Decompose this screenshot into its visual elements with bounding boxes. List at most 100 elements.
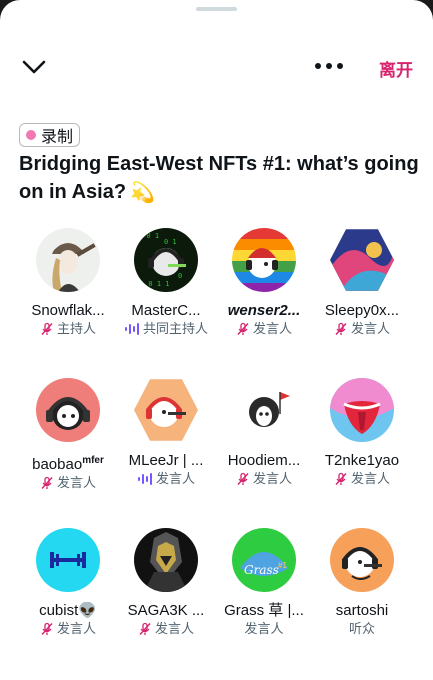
mic-muted-icon xyxy=(41,622,53,635)
participant-role: 发言人 xyxy=(314,470,410,487)
avatar[interactable] xyxy=(232,378,296,442)
participant-name: sartoshi xyxy=(314,602,410,620)
participant-name: Snowflak... xyxy=(20,302,116,320)
svg-text:1 0 1: 1 0 1 xyxy=(138,232,159,240)
avatar-image xyxy=(232,228,296,292)
participant-tile[interactable]: Snowflak... 主持人 xyxy=(20,228,116,337)
participant-role: 发言人 xyxy=(216,620,312,637)
participant-name-text: sartoshi xyxy=(335,602,389,619)
svg-text:#1: #1 xyxy=(278,561,287,570)
avatar-image xyxy=(134,528,198,592)
participant-name: MLeeJr | ... xyxy=(118,452,214,470)
speaking-waveform-icon xyxy=(124,322,139,335)
participant-tile[interactable]: Grass #1 Grass 草 |... 发言人 xyxy=(216,528,312,637)
participant-name-text: Hoodiem... xyxy=(227,452,301,469)
avatar[interactable] xyxy=(134,379,198,441)
participant-role-label: 发言人 xyxy=(56,475,96,490)
participant-name: T2nke1yao xyxy=(314,452,410,470)
avatar-image: Grass #1 xyxy=(232,528,296,592)
participant-role-label: 发言人 xyxy=(350,321,390,336)
participant-tile[interactable]: 1 0 1 0 1 1 0 1 1 0 MasterC... 共同主持人 xyxy=(118,228,214,337)
mic-muted-icon xyxy=(237,322,249,335)
avatar-image xyxy=(36,528,100,592)
avatar-image xyxy=(134,379,198,441)
participant-role: 发言人 xyxy=(20,620,116,637)
avatar-image xyxy=(232,378,296,442)
participant-tile[interactable]: cubist👽 发言人 xyxy=(20,528,116,637)
mic-muted-icon xyxy=(237,472,249,485)
participant-name-text: Grass 草 |... xyxy=(224,602,304,619)
participant-role-label: 发言人 xyxy=(350,471,390,486)
participant-tile[interactable]: wenser2... 发言人 xyxy=(216,228,312,337)
participant-role: 发言人 xyxy=(216,470,312,487)
participant-role-label: 发言人 xyxy=(154,621,194,636)
participant-name: baobaomfer xyxy=(20,452,116,474)
participant-name: Sleepy0x... xyxy=(314,302,410,320)
avatar[interactable] xyxy=(36,528,100,592)
participant-name-text: MLeeJr | ... xyxy=(128,452,204,469)
participant-role-label: 发言人 xyxy=(252,471,292,486)
avatar[interactable] xyxy=(330,378,394,442)
avatar-image xyxy=(36,378,100,442)
avatar[interactable]: Grass #1 xyxy=(232,528,296,592)
participant-name: cubist👽 xyxy=(20,602,116,620)
participant-role: 听众 xyxy=(314,620,410,637)
participant-name-suffix: mfer xyxy=(82,455,104,466)
avatar-image xyxy=(330,378,394,442)
participant-role-label: 主持人 xyxy=(56,321,96,336)
mic-muted-icon xyxy=(41,476,53,489)
participant-name: wenser2... xyxy=(216,302,312,320)
participant-name: Hoodiem... xyxy=(216,452,312,470)
participant-role-label: 听众 xyxy=(348,621,375,636)
participant-tile[interactable]: baobaomfer 发言人 xyxy=(20,378,116,491)
avatar[interactable] xyxy=(330,528,394,592)
participant-role: 主持人 xyxy=(20,320,116,337)
participant-tile[interactable]: sartoshi 听众 xyxy=(314,528,410,637)
participant-tile[interactable]: MLeeJr | ... 发言人 xyxy=(118,378,214,487)
participant-name-text: Snowflak... xyxy=(31,302,105,319)
participant-name-text: baobao xyxy=(32,456,83,473)
speaking-waveform-icon xyxy=(137,472,152,485)
participant-name-text: MasterC... xyxy=(131,302,201,319)
participant-role: 发言人 xyxy=(20,474,116,491)
participant-tile[interactable]: Sleepy0x... 发言人 xyxy=(314,228,410,337)
mic-muted-icon xyxy=(335,322,347,335)
avatar[interactable] xyxy=(134,528,198,592)
participant-name-text: Sleepy0x... xyxy=(324,302,400,319)
participant-name-text: wenser2... xyxy=(227,302,301,319)
participants-grid: Snowflak... 主持人 1 0 1 0 1 1 0 1 1 0 MasterC...… xyxy=(0,0,433,680)
avatar[interactable] xyxy=(36,378,100,442)
participant-role: 共同主持人 xyxy=(118,320,214,337)
avatar[interactable] xyxy=(36,228,100,292)
svg-text:Grass: Grass xyxy=(244,563,279,577)
participant-role: 发言人 xyxy=(216,320,312,337)
participant-name: Grass 草 |... xyxy=(216,602,312,620)
participant-role: 发言人 xyxy=(118,620,214,637)
participant-tile[interactable]: Hoodiem... 发言人 xyxy=(216,378,312,487)
mic-muted-icon xyxy=(139,622,151,635)
participant-role-label: 发言人 xyxy=(252,321,292,336)
svg-text:0 1: 0 1 xyxy=(164,238,177,246)
mic-muted-icon xyxy=(41,322,53,335)
avatar[interactable] xyxy=(232,228,296,292)
participant-tile[interactable]: T2nke1yao 发言人 xyxy=(314,378,410,487)
avatar-image xyxy=(36,228,100,292)
avatar[interactable] xyxy=(330,229,394,291)
participant-role-label: 共同主持人 xyxy=(142,321,208,336)
space-sheet: 离开 录制 Bridging East-West NFTs #1: what’s… xyxy=(0,0,433,680)
avatar[interactable]: 1 0 1 0 1 1 0 1 1 0 xyxy=(134,228,198,292)
participant-name: MasterC... xyxy=(118,302,214,320)
participant-role-label: 发言人 xyxy=(56,621,96,636)
svg-text:0: 0 xyxy=(178,272,182,280)
svg-text:1 0 1 1: 1 0 1 1 xyxy=(140,280,170,288)
participant-name-text: SAGA3K ... xyxy=(127,602,205,619)
avatar-image: 1 0 1 0 1 1 0 1 1 0 xyxy=(134,228,198,292)
avatar-image xyxy=(330,229,394,291)
participant-role-label: 发言人 xyxy=(155,471,195,486)
participant-name-text: cubist👽 xyxy=(39,602,97,619)
participant-name: SAGA3K ... xyxy=(118,602,214,620)
participant-role-label: 发言人 xyxy=(244,621,284,636)
participant-name-text: T2nke1yao xyxy=(324,452,400,469)
avatar-image xyxy=(330,528,394,592)
participant-tile[interactable]: SAGA3K ... 发言人 xyxy=(118,528,214,637)
